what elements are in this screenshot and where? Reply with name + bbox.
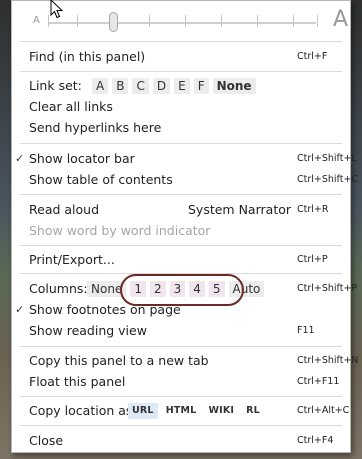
copy-location-shortcut: Ctrl+Alt+C: [297, 405, 350, 416]
copy-location-html[interactable]: HTML: [162, 403, 201, 419]
menu-separator: [20, 346, 342, 347]
find-shortcut: Ctrl+F: [297, 51, 328, 62]
copy-panel-new-tab[interactable]: Copy this panel to a new tab: [29, 353, 209, 369]
menu-separator: [20, 425, 342, 426]
link-set-f[interactable]: F: [193, 78, 209, 94]
check-icon: ✓: [15, 152, 25, 165]
slider-tick: [48, 15, 49, 27]
locator-bar-shortcut: Ctrl+Shift+L: [297, 153, 357, 164]
copy-location-url[interactable]: URL: [128, 403, 158, 419]
clear-all-links[interactable]: Clear all links: [29, 99, 113, 115]
toc-shortcut: Ctrl+Shift+C: [297, 174, 359, 185]
show-footnotes-on-page[interactable]: Show footnotes on page: [29, 302, 181, 318]
link-set-b[interactable]: B: [112, 78, 129, 94]
show-table-of-contents[interactable]: Show table of contents: [29, 172, 173, 188]
slider-tick: [317, 15, 318, 27]
show-reading-view[interactable]: Show reading view: [29, 323, 147, 339]
print-shortcut: Ctrl+P: [297, 254, 328, 265]
show-word-indicator: Show word by word indicator: [29, 223, 211, 238]
read-aloud-shortcut: Ctrl+R: [297, 204, 329, 215]
copy-location-wiki[interactable]: WIKI: [204, 403, 238, 419]
close-shortcut: Ctrl+F4: [297, 435, 334, 446]
check-icon: ✓: [15, 303, 25, 316]
print-export[interactable]: Print/Export...: [29, 252, 115, 268]
link-set-c[interactable]: C: [132, 78, 149, 94]
copy-location-rl[interactable]: RL: [242, 403, 264, 419]
slider-tick: [257, 15, 258, 27]
menu-separator: [20, 194, 342, 195]
read-aloud[interactable]: Read aloud: [29, 202, 99, 218]
slider-tick: [77, 15, 78, 27]
slider-thumb[interactable]: [109, 12, 118, 32]
slider-track[interactable]: [48, 22, 316, 24]
menu-separator: [20, 41, 342, 42]
link-set-e[interactable]: E: [174, 78, 190, 94]
menu-separator: [20, 143, 342, 144]
slider-tick: [293, 15, 294, 27]
menu-separator: [20, 396, 342, 397]
float-this-panel[interactable]: Float this panel: [29, 374, 125, 390]
mouse-cursor-icon: [50, 0, 64, 22]
font-size-small-icon: A: [33, 15, 40, 26]
font-size-large-icon: A: [333, 7, 349, 32]
send-hyperlinks-here[interactable]: Send hyperlinks here: [29, 120, 161, 136]
narrator-voice[interactable]: System Narrator: [188, 202, 291, 218]
link-set-options: A B C D E F None: [92, 78, 256, 94]
link-set-a[interactable]: A: [92, 78, 109, 94]
link-set-none[interactable]: None: [212, 78, 256, 94]
slider-tick: [149, 15, 150, 27]
menu-separator: [20, 71, 342, 72]
slider-tick: [221, 15, 222, 27]
link-set-d[interactable]: D: [152, 78, 171, 94]
copy-panel-shortcut: Ctrl+Shift+N: [297, 355, 359, 366]
menu-separator: [20, 245, 342, 246]
copy-location-options: URL HTML WIKI RL: [128, 403, 264, 419]
float-panel-shortcut: Ctrl+F11: [297, 376, 340, 387]
close-menu-item[interactable]: Close: [29, 433, 63, 449]
show-locator-bar[interactable]: Show locator bar: [29, 151, 135, 167]
context-menu: A A Find (in this panel) Ctrl+F Link set…: [11, 0, 359, 453]
slider-tick: [185, 15, 186, 27]
link-set-label: Link set:: [29, 78, 82, 93]
columns-shortcut: Ctrl+Shift+P: [297, 283, 358, 294]
copy-location-label: Copy location as:: [29, 403, 137, 418]
find-in-panel[interactable]: Find (in this panel): [29, 49, 145, 65]
reading-view-shortcut: F11: [297, 325, 315, 336]
columns-label: Columns:: [29, 281, 88, 296]
